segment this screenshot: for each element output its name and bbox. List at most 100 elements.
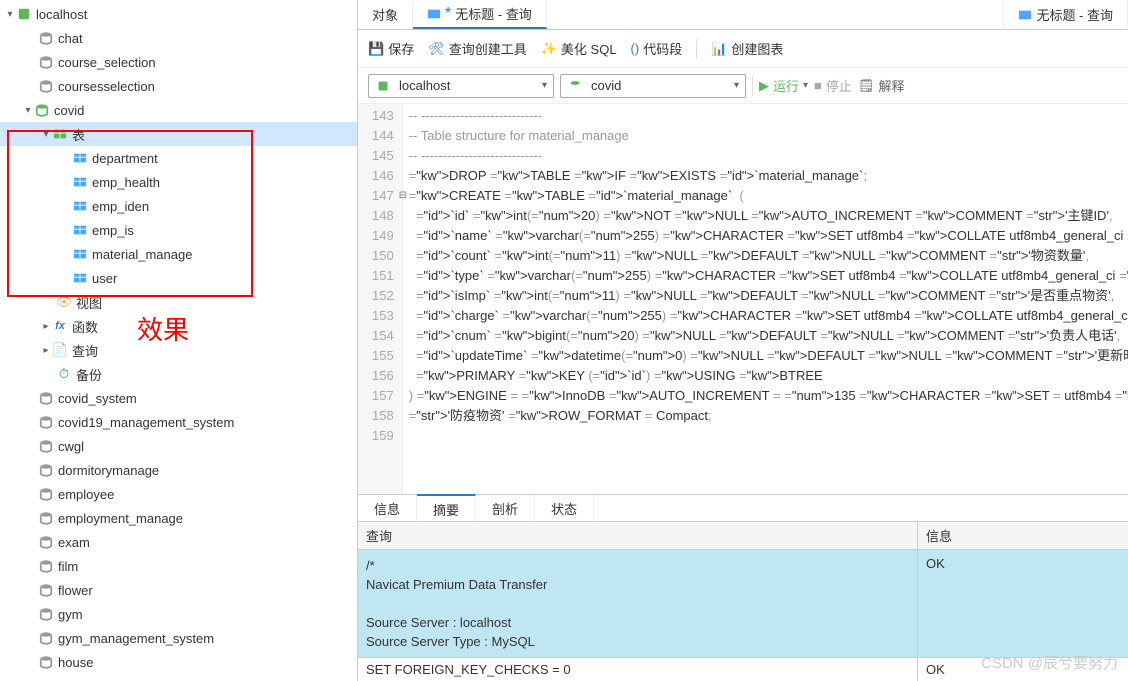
chevron-down-icon: ▾ bbox=[4, 9, 16, 20]
tree-table[interactable]: user bbox=[0, 266, 357, 290]
chevron-down-icon: ▾ bbox=[40, 129, 52, 140]
annotation-text: 效果 bbox=[137, 310, 189, 347]
database-select[interactable]: covid ▾ bbox=[560, 74, 746, 98]
database-icon bbox=[38, 558, 54, 574]
tree-db[interactable]: employment_manage bbox=[0, 506, 357, 530]
host-select[interactable]: localhost ▾ bbox=[368, 74, 554, 98]
tree-table[interactable]: emp_iden bbox=[0, 194, 357, 218]
result-body-query: /* Navicat Premium Data Transfer Source … bbox=[358, 550, 918, 657]
database-icon bbox=[38, 414, 54, 430]
table-icon bbox=[72, 198, 88, 214]
query-tab-icon bbox=[1018, 8, 1032, 22]
database-icon bbox=[38, 30, 54, 46]
tree-table[interactable]: emp_is bbox=[0, 218, 357, 242]
tree-tables-folder[interactable]: ▾ 表 bbox=[0, 122, 357, 146]
code-area[interactable]: -- ------------------------------ Table … bbox=[403, 104, 1128, 494]
sparkle-icon: ✨ bbox=[541, 41, 557, 57]
tree-table-label: emp_health bbox=[92, 175, 160, 190]
explain-icon: 🗒 bbox=[858, 78, 875, 94]
tree-views-label: 视图 bbox=[76, 293, 102, 312]
tree-db[interactable]: chat bbox=[0, 26, 357, 50]
tree-backups[interactable]: ⏱ 备份 bbox=[0, 362, 357, 386]
tree-table-label: emp_is bbox=[92, 223, 134, 238]
database-icon bbox=[38, 390, 54, 406]
view-icon: 👁 bbox=[56, 294, 72, 310]
editor-tabs: 对象 * 无标题 - 查询 无标题 - 查询 bbox=[358, 0, 1128, 30]
tree-db[interactable]: covid_system bbox=[0, 386, 357, 410]
database-icon bbox=[38, 462, 54, 478]
create-chart-button[interactable]: 📊创建图表 bbox=[711, 39, 783, 58]
tree-db[interactable]: film bbox=[0, 554, 357, 578]
result-tab[interactable]: 信息 bbox=[358, 495, 417, 521]
result-tab[interactable]: 剖析 bbox=[476, 495, 535, 521]
run-button[interactable]: ▶运行▾ bbox=[759, 76, 808, 95]
tab-query-1[interactable]: * 无标题 - 查询 bbox=[413, 0, 547, 29]
tree-queries-label: 查询 bbox=[72, 341, 98, 360]
database-icon bbox=[38, 606, 54, 622]
table-icon bbox=[72, 174, 88, 190]
tree-db-label: flower bbox=[58, 583, 93, 598]
tree-table[interactable]: emp_health bbox=[0, 170, 357, 194]
sql-editor[interactable]: 1431441451461471481491501511521531541551… bbox=[358, 104, 1128, 494]
tree-table-label: department bbox=[92, 151, 158, 166]
tree-table-label: emp_iden bbox=[92, 199, 149, 214]
tree-backups-label: 备份 bbox=[76, 365, 102, 384]
chevron-right-icon: ▸ bbox=[40, 321, 52, 332]
tree-table[interactable]: department bbox=[0, 146, 357, 170]
tree-db[interactable]: employee bbox=[0, 482, 357, 506]
save-button[interactable]: 💾保存 bbox=[368, 39, 414, 58]
save-icon: 💾 bbox=[368, 41, 384, 57]
tree-db[interactable]: gym_management_system bbox=[0, 626, 357, 650]
tree-db[interactable]: cwgl bbox=[0, 434, 357, 458]
tool-icon: 🛠 bbox=[428, 41, 445, 57]
database-icon bbox=[38, 78, 54, 94]
query-tab-icon bbox=[427, 7, 441, 21]
braces-icon: () bbox=[631, 41, 640, 56]
query-builder-button[interactable]: 🛠查询创建工具 bbox=[428, 39, 527, 58]
result-header: 查询 信息 bbox=[358, 522, 1128, 550]
chart-icon: 📊 bbox=[711, 41, 727, 57]
tree-db-label: dormitorymanage bbox=[58, 463, 159, 478]
database-icon bbox=[567, 78, 583, 94]
beautify-sql-button[interactable]: ✨美化 SQL bbox=[541, 39, 617, 58]
tree-table-label: user bbox=[92, 271, 117, 286]
table-icon bbox=[72, 246, 88, 262]
result-header-query: 查询 bbox=[358, 522, 918, 549]
connection-bar: localhost ▾ covid ▾ ▶运行▾ ■停止 🗒解释 bbox=[358, 68, 1128, 104]
result-tab[interactable]: 摘要 bbox=[417, 494, 476, 521]
tree-db-covid[interactable]: ▾ covid bbox=[0, 98, 357, 122]
table-icon bbox=[72, 150, 88, 166]
tree-db[interactable]: coursesselection bbox=[0, 74, 357, 98]
result-footer-info: OK bbox=[918, 658, 1128, 681]
stop-icon: ■ bbox=[814, 78, 822, 93]
tree-db-label: covid_system bbox=[58, 391, 137, 406]
tree-db-label: employment_manage bbox=[58, 511, 183, 526]
snippet-button[interactable]: ()代码段 bbox=[631, 39, 683, 58]
tree-db-label: cwgl bbox=[58, 439, 84, 454]
chevron-down-icon: ▾ bbox=[803, 80, 808, 91]
chevron-down-icon: ▾ bbox=[734, 80, 739, 91]
database-icon bbox=[38, 54, 54, 70]
tab-query-2[interactable]: 无标题 - 查询 bbox=[1003, 0, 1128, 29]
tree-db[interactable]: covid19_management_system bbox=[0, 410, 357, 434]
database-icon bbox=[38, 510, 54, 526]
tree-db-label: house bbox=[58, 655, 93, 670]
tree-db[interactable]: house bbox=[0, 650, 357, 674]
fx-icon: fx bbox=[52, 318, 68, 334]
tab-object[interactable]: 对象 bbox=[358, 0, 413, 29]
tree-db[interactable]: dormitorymanage bbox=[0, 458, 357, 482]
modified-dot: * bbox=[445, 10, 451, 18]
tree-db[interactable]: flower bbox=[0, 578, 357, 602]
explain-button[interactable]: 🗒解释 bbox=[858, 76, 905, 95]
tree-root-label: localhost bbox=[36, 7, 87, 22]
chevron-down-icon: ▾ bbox=[22, 105, 34, 116]
tree-db-label: covid bbox=[54, 103, 84, 118]
tree-table[interactable]: material_manage bbox=[0, 242, 357, 266]
tree-db[interactable]: gym bbox=[0, 602, 357, 626]
database-icon bbox=[38, 438, 54, 454]
database-icon bbox=[38, 534, 54, 550]
result-tab[interactable]: 状态 bbox=[535, 495, 594, 521]
tree-db[interactable]: course_selection bbox=[0, 50, 357, 74]
tree-db[interactable]: exam bbox=[0, 530, 357, 554]
tree-root[interactable]: ▾ localhost bbox=[0, 2, 357, 26]
